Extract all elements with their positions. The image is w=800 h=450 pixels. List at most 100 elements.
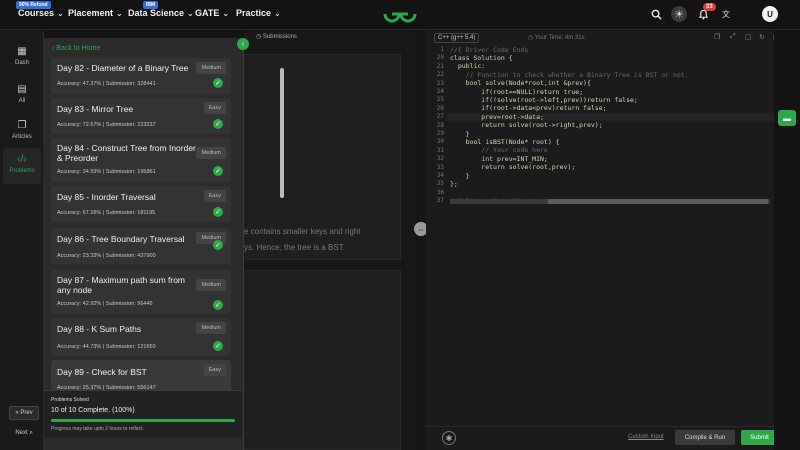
code-line: int prev=INT_MIN; — [450, 154, 548, 163]
reset-icon[interactable]: ↻ — [759, 33, 765, 41]
code-line: if(root->data<prev)return false; — [450, 104, 607, 113]
problem-item[interactable]: Day 83 - Mirror Tree Easy Accuracy: 72.6… — [51, 98, 231, 134]
chevron-down-icon: ⌄ — [116, 9, 123, 18]
code-line: } — [450, 171, 470, 180]
content-card — [236, 270, 401, 450]
difficulty-badge: Easy — [203, 190, 226, 202]
problem-item[interactable]: Day 82 - Diameter of a Binary Tree Mediu… — [51, 58, 231, 94]
next-button[interactable]: Next » — [9, 426, 39, 440]
problem-list-panel: ‹ Back to Home Day 82 - Diameter of a Bi… — [44, 38, 284, 450]
avatar[interactable]: U — [762, 6, 778, 22]
code-line: bool isBST(Node* root) { — [450, 137, 560, 146]
problem-item-active[interactable]: Day 89 - Check for BST Easy Accuracy: 25… — [51, 360, 231, 394]
explanation-text: ys. Hence, the tree is a BST. — [244, 243, 345, 252]
summary-note: Progress may take upto 2 hours to reflec… — [51, 426, 144, 432]
notification-count: 33 — [703, 3, 716, 11]
clock-icon: ◷ — [256, 34, 263, 40]
chevron-down-icon: ⌄ — [222, 9, 230, 18]
tab-submissions[interactable]: ◷ Submissions — [256, 33, 297, 40]
code-line: }; — [450, 179, 458, 188]
search-icon[interactable] — [648, 6, 664, 22]
document-icon: ▤ — [17, 84, 27, 95]
code-line: prev=root->data; — [450, 112, 544, 121]
line-number: 28 — [436, 121, 444, 129]
problem-item[interactable]: Day 87 - Maximum path sum from any node … — [51, 270, 231, 314]
clock-icon: ◷ — [528, 35, 535, 41]
difficulty-badge: Medium — [196, 62, 226, 74]
line-number: 22 — [436, 71, 444, 79]
code-line: public: — [450, 62, 486, 71]
right-rail — [774, 31, 800, 450]
code-line: class Solution { — [450, 53, 513, 62]
back-to-home-link[interactable]: ‹ Back to Home — [52, 45, 100, 52]
nav-data-science[interactable]: Data Science ⌄ — [128, 8, 194, 18]
panel-scrollbar[interactable] — [280, 68, 284, 198]
difficulty-badge: Easy — [203, 364, 226, 376]
line-number: 20 — [436, 54, 444, 62]
dashboard-icon: ▦ — [17, 46, 27, 57]
problem-item[interactable]: Day 88 - K Sum Paths Medium Accuracy: 44… — [51, 318, 231, 356]
nav-practice[interactable]: Practice ⌄ — [236, 8, 281, 18]
rail-dash[interactable]: ▦ Dash — [3, 40, 41, 76]
submit-button[interactable]: Submit — [741, 430, 778, 445]
code-line: return solve(root->right,prev); — [450, 121, 603, 130]
chevron-down-icon: ⌄ — [187, 9, 194, 18]
book-icon: ❐ — [17, 120, 27, 131]
translate-icon[interactable]: 文 — [718, 6, 734, 22]
top-navigation: 90% Refund Courses ⌄ Placement ⌄ IBM Data … — [0, 0, 800, 30]
check-icon: ✓ — [213, 166, 223, 176]
theme-toggle-icon[interactable]: ☀ — [671, 6, 687, 22]
difficulty-badge: Easy — [203, 102, 226, 114]
code-line: return solve(root,prev); — [450, 163, 576, 172]
line-number: 23 — [436, 79, 444, 87]
code-icon: ‹/› — [17, 154, 27, 165]
code-line: if(root==NULL)return true; — [450, 87, 584, 96]
difficulty-badge: Medium — [196, 279, 226, 291]
check-icon: ✓ — [213, 240, 223, 250]
line-number: 21 — [436, 62, 444, 70]
chat-icon[interactable]: ▬ — [778, 110, 796, 126]
check-icon: ✓ — [213, 341, 223, 351]
progress-track — [51, 419, 235, 422]
line-number: 31 — [436, 146, 444, 154]
line-number: 1 — [440, 46, 444, 53]
code-line: // Function to check whether a Binary Tr… — [450, 70, 689, 79]
nav-gate[interactable]: GATE ⌄ — [195, 8, 229, 18]
problem-item[interactable]: Day 86 - Tree Boundary Traversal Medium … — [51, 228, 231, 264]
line-number: 25 — [436, 96, 444, 104]
custom-input-link[interactable]: Custom Input — [628, 434, 664, 440]
problem-item[interactable]: Day 85 - Inorder Traversal Easy Accuracy… — [51, 186, 231, 222]
summary-title: Problems Solved — [51, 397, 89, 403]
problem-item[interactable]: Day 84 - Construct Tree from Inorder & P… — [51, 138, 231, 182]
line-number: 30 — [436, 138, 444, 146]
expand-icon[interactable]: ⤢ — [730, 33, 736, 41]
pane-divider — [414, 31, 426, 450]
chevron-down-icon: ⌄ — [274, 9, 281, 18]
prev-button[interactable]: « Prev — [9, 406, 39, 420]
bug-icon[interactable]: ✱ — [442, 431, 456, 445]
rail-articles[interactable]: ❐ Articles — [3, 114, 41, 150]
difficulty-badge: Medium — [196, 147, 226, 159]
nav-placement[interactable]: Placement ⌄ — [68, 8, 123, 18]
nav-courses[interactable]: Courses ⌄ — [18, 8, 64, 18]
horizontal-scrollbar[interactable] — [548, 199, 768, 204]
difficulty-badge: Medium — [196, 322, 226, 334]
problems-solved-summary: Problems Solved 10 of 10 Complete. (100%… — [44, 390, 242, 438]
timer: ◷ Your Time: 4m 31s — [528, 35, 585, 41]
summary-count: 10 of 10 Complete. (100%) — [51, 407, 135, 414]
rail-problems[interactable]: ‹/› Problems — [3, 148, 41, 184]
line-number: 24 — [436, 88, 444, 95]
progress-fill — [51, 419, 235, 422]
code-line: } — [450, 129, 470, 138]
copy-icon[interactable]: ❐ — [714, 33, 720, 41]
collapse-panel-button[interactable]: ‹ — [237, 38, 249, 50]
code-line: //{ Driver Code Ends — [450, 45, 529, 54]
compile-run-button[interactable]: Compile & Run — [675, 430, 735, 445]
language-select[interactable]: C++ (g++ 5.4) — [434, 33, 480, 43]
check-icon: ✓ — [213, 300, 223, 310]
line-number: 37 — [436, 197, 444, 205]
gfg-logo-icon[interactable] — [382, 4, 418, 24]
rail-all[interactable]: ▤ All — [3, 78, 41, 114]
settings-icon[interactable]: ▢ — [745, 33, 752, 41]
line-number: 34 — [436, 172, 444, 179]
